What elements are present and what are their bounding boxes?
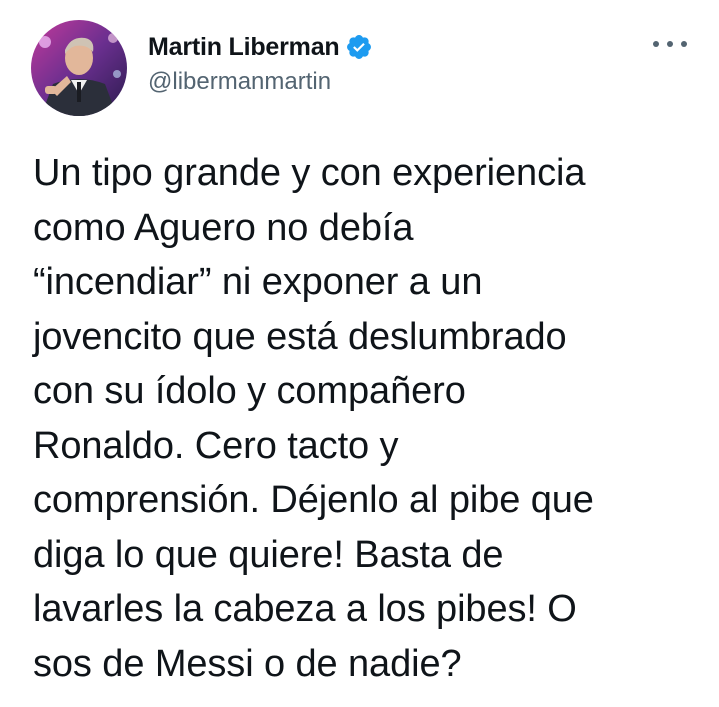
more-options-icon [681, 41, 687, 47]
more-options-icon [653, 41, 659, 47]
verified-badge-icon [345, 33, 373, 61]
profile-photo-icon [31, 20, 127, 116]
author-avatar[interactable] [31, 20, 127, 116]
tweet-text: Un tipo grande y con experiencia como Ag… [33, 152, 594, 685]
author-display-name[interactable]: Martin Liberman [148, 33, 340, 62]
author-name-row: Martin Liberman [148, 30, 373, 64]
author-handle[interactable]: @libermanmartin [148, 68, 373, 96]
tweet-card: Martin Liberman @libermanmartin Un tipo … [0, 0, 719, 707]
more-options-button[interactable] [653, 34, 687, 54]
author-info: Martin Liberman @libermanmartin [148, 30, 373, 96]
more-options-icon [667, 41, 673, 47]
